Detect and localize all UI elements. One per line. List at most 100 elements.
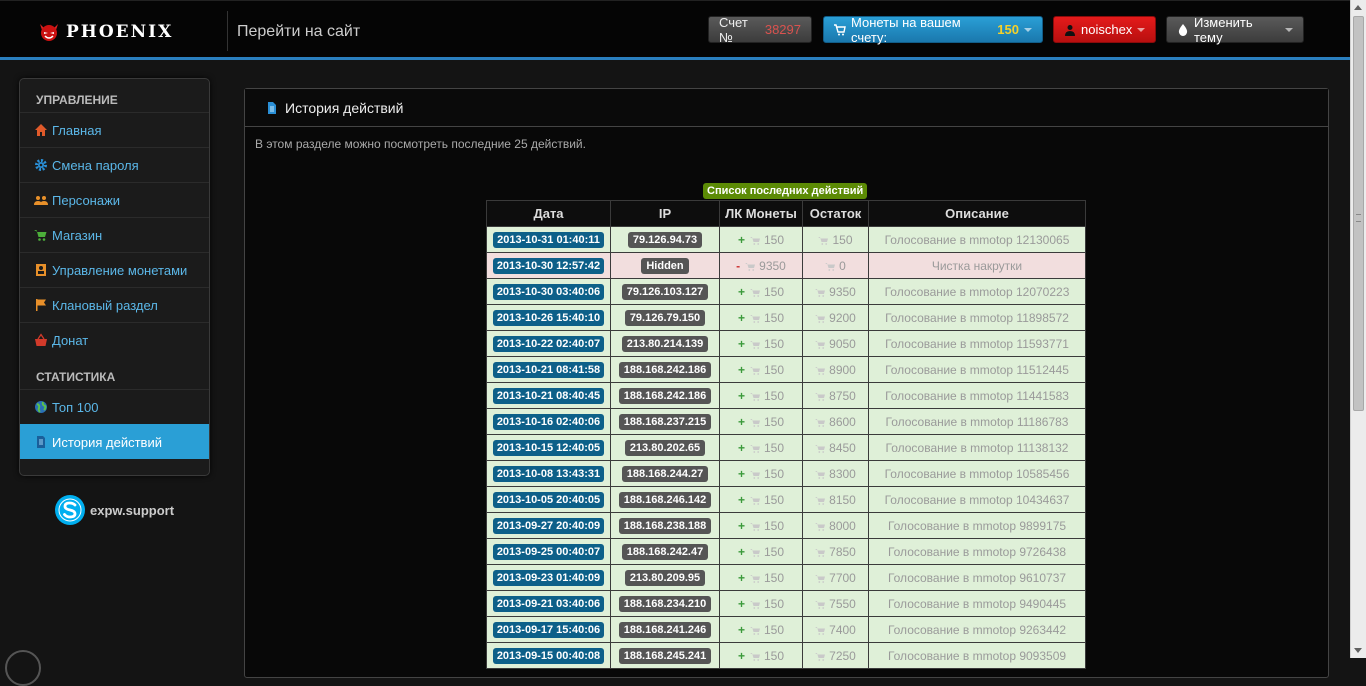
date-badge: 2013-10-15 12:40:05: [492, 439, 605, 456]
cell-balance: 7250: [802, 642, 869, 669]
cell-description: Голосование в mmotop 11441583: [868, 382, 1086, 409]
user-dropdown[interactable]: noischex: [1053, 16, 1156, 43]
date-badge: 2013-09-27 20:40:09: [492, 517, 605, 534]
sidebar-item-label: Донат: [52, 332, 89, 348]
cart-icon: [34, 230, 47, 241]
cell-ip: 188.168.245.241: [610, 642, 720, 669]
sign-indicator: +: [737, 492, 745, 507]
cart-icon: [815, 340, 826, 349]
skype-support[interactable]: expw.support: [54, 494, 174, 526]
grip-icon: [1356, 214, 1361, 222]
balance-value: 9350: [829, 284, 856, 299]
cell-balance: 8750: [802, 382, 869, 409]
cell-coins: +150: [719, 616, 803, 643]
cell-coins: +150: [719, 486, 803, 513]
amount-value: 150: [763, 336, 785, 351]
document-icon: [268, 101, 276, 114]
cell-ip: 188.168.242.186: [610, 356, 720, 383]
table-row: 2013-10-05 20:40:05 188.168.246.142 +150…: [486, 486, 1086, 513]
date-badge: 2013-10-30 03:40:06: [492, 283, 605, 300]
cell-ip: 188.168.244.27: [610, 460, 720, 487]
date-badge: 2013-10-16 02:40:06: [492, 413, 605, 430]
page-scrollbar[interactable]: [1350, 0, 1366, 658]
date-badge: 2013-09-25 00:40:07: [492, 543, 605, 560]
cart-icon: [818, 236, 829, 245]
cart-icon: [815, 392, 826, 401]
column-header-coins: ЛК Монеты: [719, 200, 803, 227]
cart-icon: [749, 366, 760, 375]
brand-logo[interactable]: PHOENIX: [38, 19, 173, 45]
table-row: 2013-10-30 03:40:06 79.126.103.127 +150 …: [486, 278, 1086, 305]
username: noischex: [1081, 22, 1133, 37]
users-icon: [34, 196, 48, 205]
table-row: 2013-10-31 01:40:11 79.126.94.73 +150 15…: [486, 226, 1086, 253]
sign-indicator: +: [737, 648, 745, 663]
sidebar-item-home[interactable]: Главная: [20, 112, 209, 147]
globe-icon: [35, 401, 47, 413]
date-badge: 2013-10-26 15:40:10: [492, 309, 605, 326]
document-icon: [37, 436, 45, 448]
scroll-thumb[interactable]: [1353, 16, 1364, 411]
cell-ip: 188.168.242.186: [610, 382, 720, 409]
home-icon: [35, 124, 47, 136]
sidebar-item-action-history[interactable]: История действий: [20, 424, 209, 459]
cell-coins: +150: [719, 304, 803, 331]
coins-icon: [36, 264, 46, 276]
sign-indicator: +: [737, 570, 745, 585]
balance-value: 7550: [829, 596, 856, 611]
caret-down-icon: [1024, 27, 1032, 32]
sidebar-item-top100[interactable]: Топ 100: [20, 389, 209, 424]
column-header-ip: IP: [610, 200, 720, 227]
amount-value: 150: [763, 648, 785, 663]
amount-value: 150: [763, 440, 785, 455]
cell-description: Голосование в mmotop 9490445: [868, 590, 1086, 617]
cell-coins: +150: [719, 330, 803, 357]
sidebar-item-shop[interactable]: Магазин: [20, 217, 209, 252]
coins-balance-dropdown[interactable]: Монеты на вашем счету: 150: [823, 15, 1043, 45]
sidebar-item-characters[interactable]: Персонажи: [20, 182, 209, 217]
amount-value: 150: [763, 284, 785, 299]
ip-badge: Hidden: [641, 257, 689, 274]
cell-date: 2013-10-08 13:43:31: [486, 460, 611, 487]
cell-coins: +150: [719, 460, 803, 487]
sidebar-item-coin-management[interactable]: Управление монетами: [20, 252, 209, 287]
cell-date: 2013-09-21 03:40:06: [486, 590, 611, 617]
date-badge: 2013-10-22 02:40:07: [492, 335, 605, 352]
sidebar-item-label: Клановый раздел: [52, 297, 158, 313]
panel-title: История действий: [285, 99, 404, 116]
user-icon: [1065, 24, 1075, 36]
account-number-button[interactable]: Счет № 38297: [708, 15, 812, 45]
cell-description: Голосование в mmotop 9093509: [868, 642, 1086, 669]
sign-indicator: +: [737, 310, 745, 325]
amount-value: 150: [763, 622, 785, 637]
column-header-description: Описание: [868, 200, 1086, 227]
amount-value: 150: [763, 518, 785, 533]
cell-balance: 8300: [802, 460, 869, 487]
sidebar-item-donate[interactable]: Донат: [20, 322, 209, 357]
date-badge: 2013-10-31 01:40:11: [493, 231, 604, 248]
cell-description: Голосование в mmotop 10585456: [868, 460, 1086, 487]
table-row: 2013-10-21 08:41:58 188.168.242.186 +150…: [486, 356, 1086, 383]
ip-badge: 188.168.245.241: [618, 647, 712, 664]
cell-date: 2013-10-21 08:41:58: [486, 356, 611, 383]
action-history-table: Дата IP ЛК Монеты Остаток Описание 2013-…: [486, 200, 1086, 669]
ip-badge: 188.168.242.186: [618, 387, 712, 404]
cell-balance: 8450: [802, 434, 869, 461]
balance-value: 8900: [829, 362, 856, 377]
cell-date: 2013-10-21 08:40:45: [486, 382, 611, 409]
change-theme-dropdown[interactable]: Изменить тему: [1166, 15, 1304, 45]
cart-icon: [749, 574, 760, 583]
scroll-down-arrow-icon[interactable]: [1354, 648, 1362, 653]
cell-coins: +150: [719, 408, 803, 435]
sidebar-item-label: Магазин: [52, 227, 103, 243]
goto-site-link[interactable]: Перейти на сайт: [237, 23, 360, 41]
ip-badge: 79.126.103.127: [621, 283, 709, 300]
table-row: 2013-10-15 12:40:05 213.80.202.65 +150 8…: [486, 434, 1086, 461]
amount-value: 150: [763, 362, 785, 377]
cell-balance: 0: [802, 252, 869, 279]
panel-description: В этом разделе можно посмотреть последни…: [255, 137, 586, 151]
scroll-up-arrow-icon[interactable]: [1354, 5, 1362, 10]
sidebar-item-clan[interactable]: Клановый раздел: [20, 287, 209, 322]
sidebar-item-change-password[interactable]: Смена пароля: [20, 147, 209, 182]
cell-date: 2013-10-22 02:40:07: [486, 330, 611, 357]
